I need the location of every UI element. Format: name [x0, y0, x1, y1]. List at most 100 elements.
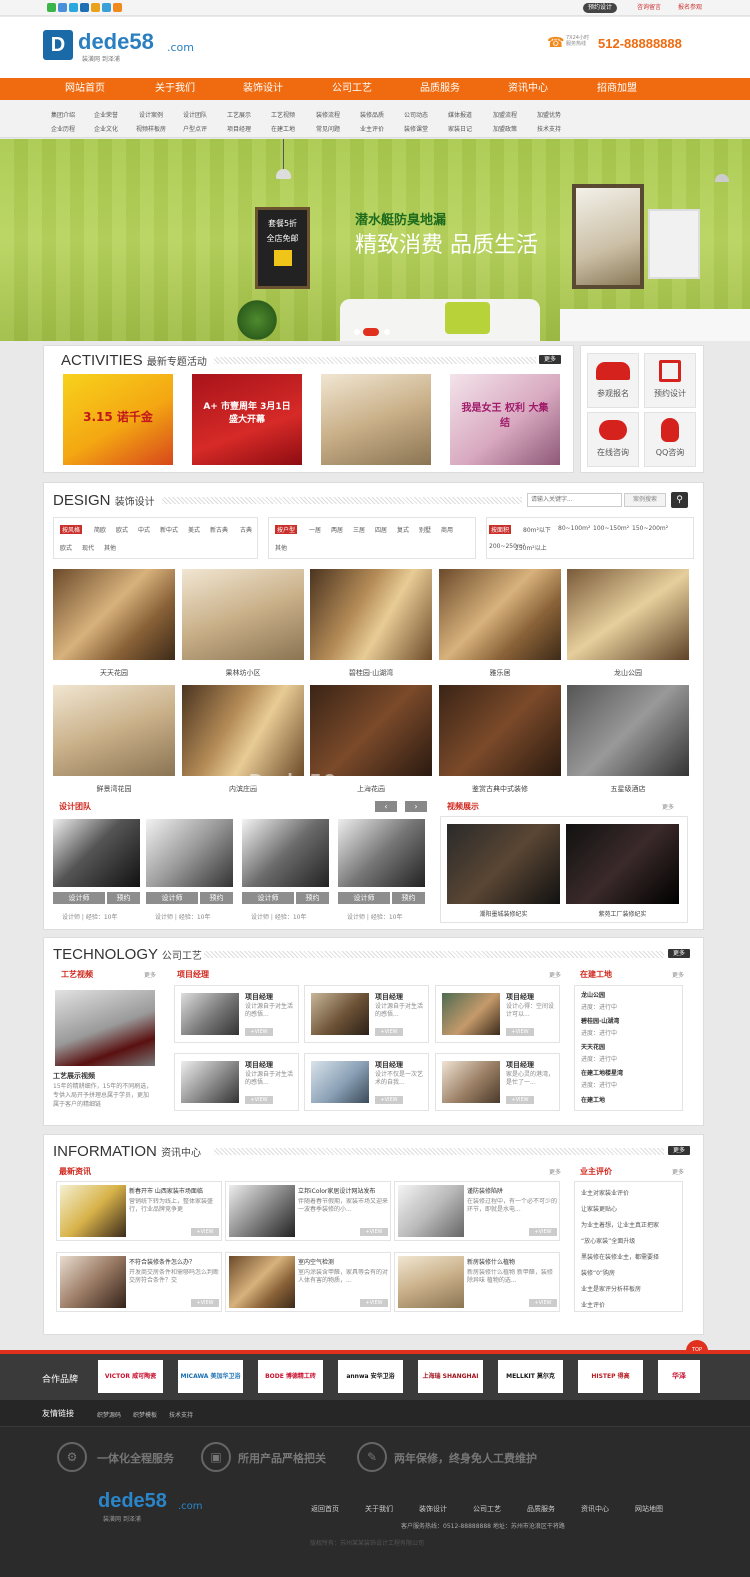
case-photo[interactable] [53, 685, 175, 776]
pm-card[interactable]: 项目经理 家是心灵的港湾，是忙了一... +VIEW [435, 1053, 560, 1111]
partner-logo[interactable]: BODE 博德精工砖 [258, 1360, 323, 1393]
subnav-item[interactable]: 家装日记 [448, 124, 472, 133]
video-thumb[interactable] [566, 824, 679, 904]
pm-more[interactable]: 更多 [549, 970, 561, 979]
filter-option[interactable]: 三居 [353, 525, 365, 534]
partner-logo[interactable]: annwa 安华卫浴 [338, 1360, 403, 1393]
pm-card[interactable]: 项目经理 设计源自于对生活的感悟... +VIEW [174, 1053, 299, 1111]
video-caption[interactable]: 紫苑工厂装修纪实 [566, 909, 679, 918]
subnav-item[interactable]: 设计案例 [139, 110, 163, 119]
subnav-item[interactable]: 集团介绍 [51, 110, 75, 119]
subnav-item[interactable]: 加盟优势 [537, 110, 561, 119]
prev-arrow-icon[interactable]: ‹ [375, 801, 397, 812]
filter-option[interactable]: 简欧 [94, 525, 106, 534]
footer-nav-about[interactable]: 关于我们 [365, 1504, 393, 1514]
case-photo[interactable] [182, 685, 304, 776]
filter-option[interactable]: 中式 [138, 525, 150, 534]
next-arrow-icon[interactable]: › [405, 801, 427, 812]
partner-logo[interactable]: 上海瑞 SHANGHAI JUHAI [418, 1360, 483, 1413]
news-card[interactable]: 新房装修什么植物 新房装修什么植物 新甲醛，装修除异味 植物的选... +VIE… [394, 1252, 560, 1312]
case-caption[interactable]: 碧桂园·山湖湾 [310, 668, 432, 678]
view-button[interactable]: +VIEW [245, 1028, 273, 1036]
book-button[interactable]: 预约 [392, 892, 425, 904]
pm-card[interactable]: 项目经理 设计心得：空间设计可以... +VIEW [435, 985, 560, 1043]
case-photo[interactable] [567, 569, 689, 660]
filter-option[interactable]: 欧式 [60, 543, 72, 552]
nav-news[interactable]: 资讯中心 [483, 78, 573, 100]
filter-option[interactable]: 100~150m² [593, 525, 629, 532]
nav-quality[interactable]: 品质服务 [395, 78, 485, 100]
case-photo[interactable] [310, 569, 432, 660]
filter-option[interactable]: 两居 [331, 525, 343, 534]
footer-nav-design[interactable]: 装饰设计 [419, 1504, 447, 1514]
site-name[interactable]: 天天花园 [581, 1042, 605, 1051]
craft-video-caption[interactable]: 工艺展示视频 [53, 1071, 95, 1081]
information-more-button[interactable]: 更多 [668, 1146, 690, 1155]
subnav-item[interactable]: 工艺视频 [271, 110, 295, 119]
technology-more-button[interactable]: 更多 [668, 949, 690, 958]
footer-logo[interactable]: dede58 [98, 1490, 167, 1513]
review-item[interactable]: 让家装更贴心 [581, 1204, 617, 1213]
review-item[interactable]: 业主是家评分析样板房 [581, 1284, 641, 1293]
nav-about[interactable]: 关于我们 [130, 78, 220, 100]
activities-more-button[interactable]: 更多 [539, 355, 561, 364]
view-button[interactable]: +VIEW [529, 1299, 557, 1307]
view-button[interactable]: +VIEW [191, 1299, 219, 1307]
subnav-item[interactable]: 设计团队 [183, 110, 207, 119]
slide-dot[interactable] [354, 329, 360, 335]
book-button[interactable]: 预约 [296, 892, 329, 904]
hero-banner[interactable]: 套餐5折 全店免邮 潜水艇防臭地漏 精致消费 品质生活 [0, 139, 750, 341]
designer-photo[interactable] [242, 819, 329, 887]
case-photo[interactable] [439, 685, 561, 776]
subnav-item[interactable]: 在建工地 [271, 124, 295, 133]
pm-card[interactable]: 项目经理 设计不仅是一次艺术的自我... +VIEW [304, 1053, 429, 1111]
footer-nav-home[interactable]: 返回首页 [311, 1504, 339, 1514]
designer-photo[interactable] [146, 819, 233, 887]
friend-link[interactable]: 织梦源码 [97, 1410, 121, 1419]
partner-logo[interactable]: VICTOR 威可陶瓷 [98, 1360, 163, 1393]
message-link[interactable]: 咨询留言 [637, 3, 661, 13]
friend-link[interactable]: 技术支持 [169, 1410, 193, 1419]
back-to-top-button[interactable]: TOP [686, 1340, 708, 1354]
plus-icon[interactable] [113, 3, 122, 12]
review-item[interactable]: 为业主着想，让业主真正把家 [581, 1220, 659, 1229]
case-photo[interactable] [182, 569, 304, 660]
poster-anniversary[interactable]: A+ 市壹周年 3月1日 盛大开幕 [192, 374, 302, 465]
review-item[interactable]: “放心家装”全面升级 [581, 1236, 635, 1245]
view-button[interactable]: +VIEW [506, 1028, 534, 1036]
subnav-item[interactable]: 加盟政策 [493, 124, 517, 133]
filter-option[interactable]: 80m²以下 [523, 525, 551, 534]
site-name[interactable]: 在建工地 [581, 1095, 605, 1104]
subnav-item[interactable]: 加盟流程 [493, 110, 517, 119]
news-card[interactable]: 新春开市 山西家装市场面临 营销统下转为线上，整体家装盛行，行业品牌竞争更 +V… [56, 1181, 222, 1241]
news-more[interactable]: 更多 [549, 1167, 561, 1176]
book-button[interactable]: 预约 [107, 892, 140, 904]
visit-signup-link[interactable]: 报名参观 [678, 3, 702, 13]
subnav-item[interactable]: 视频样板房 [136, 124, 166, 133]
site-name[interactable]: 龙山公园 [581, 990, 605, 999]
review-item[interactable]: 业主对家装业评价 [581, 1188, 629, 1197]
partner-logo[interactable]: MELLKIT 莫尔克 [498, 1360, 563, 1393]
case-caption[interactable]: 鉴赏古典中式装修 [439, 784, 561, 794]
subnav-item[interactable]: 技术支持 [537, 124, 561, 133]
filter-option[interactable]: 现代 [82, 543, 94, 552]
search-button[interactable]: 案例搜索 [624, 493, 666, 507]
site-name[interactable]: 在建工地楼星湾 [581, 1068, 623, 1077]
filter-option[interactable]: 其他 [104, 543, 116, 552]
video-caption[interactable]: 潮阳墨城装修纪实 [447, 909, 560, 918]
view-button[interactable]: +VIEW [506, 1096, 534, 1104]
view-button[interactable]: +VIEW [360, 1299, 388, 1307]
case-caption[interactable]: 雅乐居 [439, 668, 561, 678]
filter-option[interactable]: 其他 [275, 543, 287, 552]
filter-option[interactable]: 商用 [441, 525, 453, 534]
logo-text[interactable]: dede58 [78, 29, 154, 55]
site-more[interactable]: 更多 [672, 970, 684, 979]
view-button[interactable]: +VIEW [375, 1096, 403, 1104]
filter-option[interactable]: 250m²以上 [515, 543, 547, 552]
qq-icon[interactable] [58, 3, 67, 12]
subnav-item[interactable]: 项目经理 [227, 124, 251, 133]
subnav-item[interactable]: 装修流程 [316, 110, 340, 119]
rss-icon[interactable] [91, 3, 100, 12]
review-item[interactable]: 装修“0”购房 [581, 1268, 615, 1277]
search-input[interactable] [527, 493, 622, 507]
